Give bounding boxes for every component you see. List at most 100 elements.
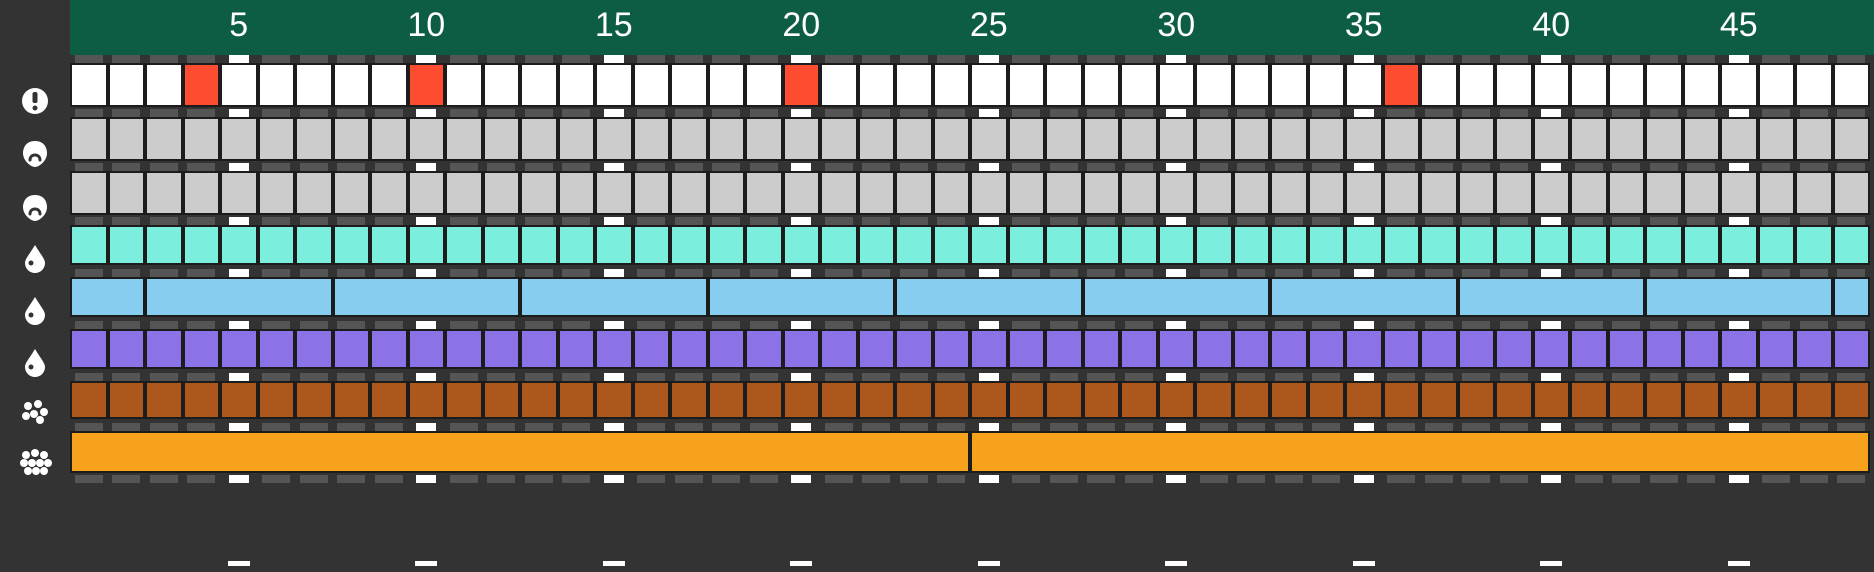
clip[interactable] (1233, 171, 1271, 215)
clip[interactable] (1720, 117, 1758, 161)
clip[interactable] (1833, 381, 1871, 419)
clip[interactable] (1083, 225, 1121, 265)
clip[interactable] (370, 381, 408, 419)
clip[interactable] (895, 63, 933, 107)
clip[interactable] (183, 63, 221, 107)
clip[interactable] (1833, 329, 1871, 369)
clip[interactable] (933, 381, 971, 419)
clip[interactable] (1270, 381, 1308, 419)
clip[interactable] (595, 225, 633, 265)
clip[interactable] (1458, 277, 1646, 317)
clip[interactable] (295, 171, 333, 215)
clip[interactable] (1045, 117, 1083, 161)
clip[interactable] (558, 171, 596, 215)
clip[interactable] (1083, 329, 1121, 369)
clip[interactable] (1533, 381, 1571, 419)
clip[interactable] (670, 381, 708, 419)
clip[interactable] (558, 63, 596, 107)
clip[interactable] (670, 117, 708, 161)
clip[interactable] (258, 117, 296, 161)
clip[interactable] (895, 225, 933, 265)
clip[interactable] (483, 225, 521, 265)
clip[interactable] (220, 117, 258, 161)
clip[interactable] (1233, 381, 1271, 419)
clip[interactable] (408, 117, 446, 161)
clip[interactable] (708, 117, 746, 161)
clip[interactable] (1608, 171, 1646, 215)
clip[interactable] (708, 171, 746, 215)
clip[interactable] (295, 381, 333, 419)
clip[interactable] (783, 381, 821, 419)
clip[interactable] (445, 117, 483, 161)
clip[interactable] (745, 329, 783, 369)
clip[interactable] (1270, 277, 1458, 317)
clip[interactable] (70, 277, 145, 317)
clip[interactable] (783, 117, 821, 161)
clip[interactable] (1345, 63, 1383, 107)
clip[interactable] (70, 381, 108, 419)
clip[interactable] (1308, 225, 1346, 265)
clip[interactable] (895, 171, 933, 215)
clip[interactable] (370, 225, 408, 265)
clip[interactable] (1308, 381, 1346, 419)
clip[interactable] (1270, 171, 1308, 215)
clip[interactable] (333, 381, 371, 419)
clip[interactable] (1045, 225, 1083, 265)
clip[interactable] (1720, 329, 1758, 369)
clip[interactable] (1008, 329, 1046, 369)
clip[interactable] (1795, 225, 1833, 265)
clip[interactable] (483, 117, 521, 161)
clip[interactable] (1533, 225, 1571, 265)
clip[interactable] (520, 63, 558, 107)
clip[interactable] (1645, 329, 1683, 369)
clip[interactable] (108, 225, 146, 265)
clip[interactable] (183, 381, 221, 419)
clip[interactable] (820, 225, 858, 265)
clip[interactable] (1458, 329, 1496, 369)
clip[interactable] (258, 225, 296, 265)
clip[interactable] (1645, 225, 1683, 265)
clip[interactable] (1195, 381, 1233, 419)
clip[interactable] (820, 171, 858, 215)
clip[interactable] (220, 63, 258, 107)
clip[interactable] (1420, 117, 1458, 161)
clip[interactable] (1758, 381, 1796, 419)
clip[interactable] (820, 63, 858, 107)
clip[interactable] (633, 63, 671, 107)
clip[interactable] (783, 171, 821, 215)
clip[interactable] (1195, 117, 1233, 161)
clip[interactable] (1608, 225, 1646, 265)
clip[interactable] (108, 171, 146, 215)
clip[interactable] (70, 225, 108, 265)
clip[interactable] (445, 329, 483, 369)
clip[interactable] (108, 381, 146, 419)
clip[interactable] (558, 329, 596, 369)
clip[interactable] (933, 225, 971, 265)
clip[interactable] (1833, 171, 1871, 215)
clip[interactable] (183, 225, 221, 265)
clip[interactable] (520, 381, 558, 419)
clip[interactable] (258, 329, 296, 369)
clip[interactable] (858, 225, 896, 265)
clip[interactable] (595, 117, 633, 161)
clip[interactable] (145, 63, 183, 107)
clip[interactable] (745, 171, 783, 215)
clip[interactable] (1420, 329, 1458, 369)
clip[interactable] (895, 329, 933, 369)
clip[interactable] (1758, 329, 1796, 369)
clip[interactable] (1045, 171, 1083, 215)
clip[interactable] (1608, 329, 1646, 369)
clip[interactable] (1083, 171, 1121, 215)
clip[interactable] (895, 117, 933, 161)
clip[interactable] (220, 329, 258, 369)
clip[interactable] (1008, 117, 1046, 161)
clip[interactable] (370, 117, 408, 161)
clip[interactable] (1345, 381, 1383, 419)
clip[interactable] (1533, 63, 1571, 107)
clip[interactable] (858, 171, 896, 215)
clip[interactable] (970, 329, 1008, 369)
clip[interactable] (783, 63, 821, 107)
clip[interactable] (1458, 117, 1496, 161)
clip[interactable] (1795, 171, 1833, 215)
clip[interactable] (1120, 329, 1158, 369)
